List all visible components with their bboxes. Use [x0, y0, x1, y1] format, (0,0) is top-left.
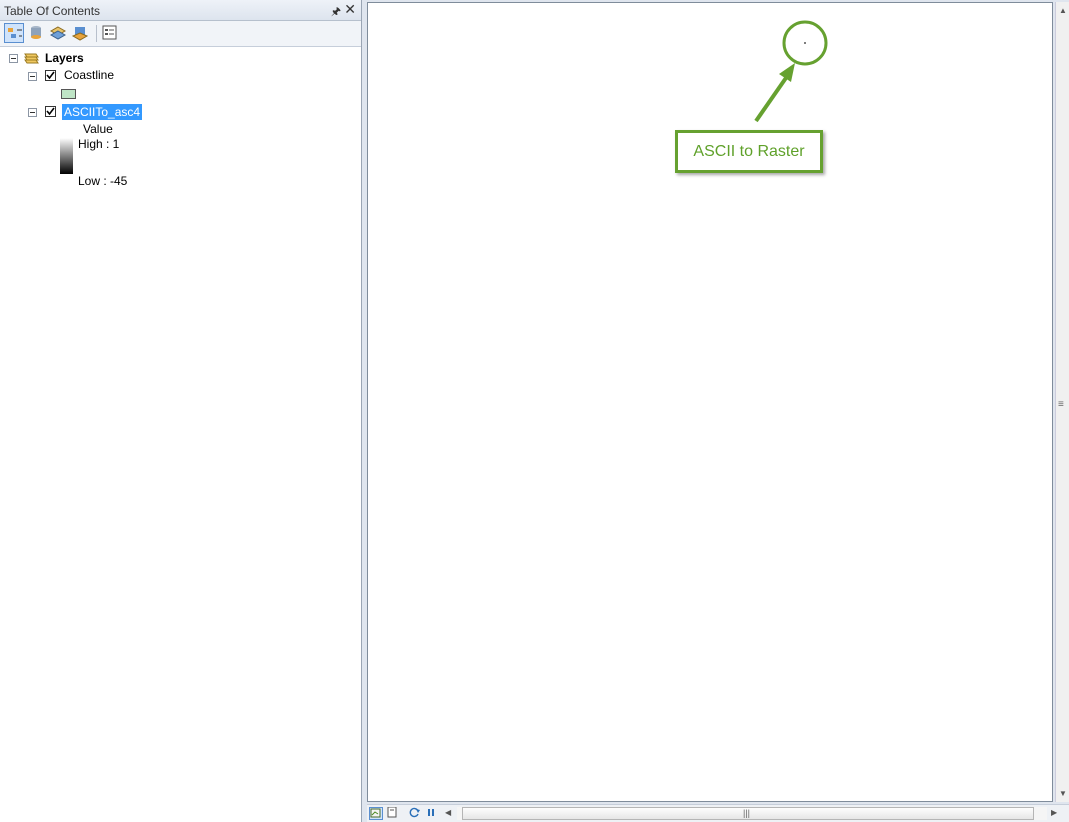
- table-of-contents-panel: Table Of Contents 🖈 ✕ Layers Coastline A…: [0, 0, 362, 822]
- list-by-selection-button[interactable]: [70, 23, 90, 43]
- pause-drawing-icon[interactable]: [425, 807, 439, 820]
- annotation-overlay: [754, 20, 828, 123]
- pointer-arrow-line: [754, 73, 790, 123]
- horizontal-scroll-thumb[interactable]: |||: [462, 807, 1034, 820]
- map-bottom-bar: ◀ ||| ▶: [367, 804, 1069, 822]
- horizontal-scrollbar[interactable]: |||: [457, 807, 1047, 820]
- ascii-layer-collapse-toggle[interactable]: [28, 108, 37, 117]
- list-by-visibility-button[interactable]: [48, 23, 68, 43]
- raster-dot: [804, 42, 806, 44]
- legend-low-label: Low : -45: [78, 174, 128, 188]
- data-view-button[interactable]: [369, 807, 383, 820]
- vertical-scroll-grip[interactable]: ≡: [1058, 399, 1064, 410]
- layers-root-label[interactable]: Layers: [45, 51, 84, 65]
- annotation-callout: ASCII to Raster: [675, 130, 823, 173]
- legend-color-ramp[interactable]: [60, 138, 73, 174]
- scroll-up-icon[interactable]: ▲: [1059, 6, 1067, 15]
- layers-collapse-toggle[interactable]: [9, 54, 18, 63]
- coastline-visibility-checkbox[interactable]: [45, 70, 56, 81]
- scroll-right-icon[interactable]: ▶: [1051, 808, 1057, 817]
- toc-title: Table Of Contents: [4, 4, 101, 18]
- layers-group-icon: [23, 51, 39, 68]
- options-button[interactable]: [100, 23, 120, 43]
- close-icon[interactable]: ✕: [344, 1, 356, 18]
- list-by-drawing-order-button[interactable]: [4, 23, 24, 43]
- toc-title-bar: Table Of Contents 🖈 ✕: [0, 0, 361, 21]
- list-by-source-button[interactable]: [26, 23, 46, 43]
- coastline-symbol[interactable]: [61, 89, 76, 99]
- layer-tree: Layers Coastline ASCIITo_asc4 Value High…: [0, 46, 361, 822]
- pin-icon[interactable]: 🖈: [331, 3, 341, 22]
- map-frame: ASCII to Raster ▲ ≡ ▼ ◀ ||| ▶: [362, 0, 1069, 822]
- coastline-layer-label[interactable]: Coastline: [64, 68, 114, 82]
- ascii-layer-visibility-checkbox[interactable]: [45, 106, 56, 117]
- toolbar-separator: [96, 25, 97, 42]
- horizontal-scroll-grip: |||: [743, 808, 751, 818]
- refresh-view-icon[interactable]: [409, 807, 423, 820]
- legend-high-label: High : 1: [78, 137, 120, 151]
- coastline-collapse-toggle[interactable]: [28, 72, 37, 81]
- pointer-arrow-head: [779, 63, 795, 82]
- map-view[interactable]: ASCII to Raster: [367, 2, 1053, 802]
- scroll-left-icon[interactable]: ◀: [445, 808, 451, 817]
- vertical-scrollbar[interactable]: ▲ ≡ ▼: [1055, 2, 1069, 802]
- ascii-layer-label[interactable]: ASCIITo_asc4: [62, 104, 143, 120]
- scroll-down-icon[interactable]: ▼: [1059, 789, 1067, 798]
- legend-field-label: Value: [83, 122, 113, 136]
- toc-toolbar: [0, 21, 361, 47]
- layout-view-button[interactable]: [386, 806, 400, 820]
